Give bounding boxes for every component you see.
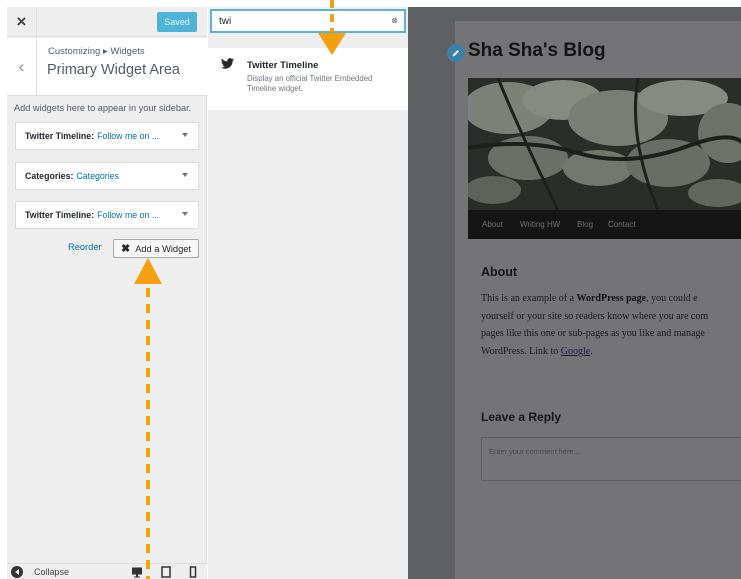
- content-text: This is an example of a: [481, 293, 577, 304]
- saved-button[interactable]: Saved: [157, 12, 197, 32]
- site-preview: Sha Sha's Blog About Writing HW Blog Con…: [408, 7, 741, 579]
- nav-item-contact[interactable]: Contact: [608, 220, 636, 229]
- content-text: WordPress. Link to: [481, 345, 561, 357]
- page-content: This is an example of a WordPress page, …: [481, 290, 741, 360]
- tutorial-arrow-down-icon: [318, 0, 346, 55]
- expand-caret-icon[interactable]: [182, 212, 188, 216]
- pencil-icon: [452, 50, 459, 57]
- header-image: [468, 78, 741, 210]
- nav-item-about[interactable]: About: [482, 220, 503, 229]
- content-text: pages like this one or sub-pages as you …: [481, 328, 705, 339]
- mobile-preview-icon[interactable]: [187, 566, 199, 578]
- twitter-bird-icon: [221, 58, 234, 69]
- widget-name: Twitter Timeline:: [25, 210, 95, 220]
- google-link[interactable]: Google: [561, 346, 590, 357]
- reorder-link[interactable]: Reorder: [68, 242, 102, 252]
- content-bold-text: WordPress page: [576, 293, 647, 304]
- widget-item-twitter-timeline[interactable]: Twitter Timeline: Follow me on ...: [15, 122, 199, 150]
- edit-shortcut-icon[interactable]: [447, 44, 465, 62]
- nav-item-writing-hw[interactable]: Writing HW: [520, 220, 560, 229]
- widget-title: Categories: [76, 171, 119, 181]
- customizer-header: × Saved: [7, 7, 207, 37]
- nav-item-blog[interactable]: Blog: [577, 220, 593, 229]
- widget-search-input[interactable]: [210, 9, 406, 33]
- panel-title: Primary Widget Area: [47, 62, 180, 78]
- close-customizer-button[interactable]: ×: [7, 7, 37, 37]
- content-text: .: [590, 345, 593, 357]
- site-navigation: About Writing HW Blog Contact: [468, 210, 741, 239]
- breadcrumb: Customizing ▸ Widgets: [48, 46, 145, 57]
- reply-heading: Leave a Reply: [481, 410, 562, 424]
- section-header: ‹ Customizing ▸ Widgets Primary Widget A…: [7, 38, 207, 96]
- content-text: , you could e: [646, 293, 698, 304]
- widget-item-twitter-timeline[interactable]: Twitter Timeline: Follow me on ...: [15, 201, 199, 229]
- widget-name: Categories:: [25, 171, 74, 181]
- widget-result-name: Twitter Timeline: [247, 60, 319, 71]
- tutorial-arrow-up-icon: [134, 258, 162, 579]
- cherry-blossom-image: [468, 78, 741, 210]
- add-widget-label: Add a Widget: [135, 243, 192, 254]
- widget-area-description: Add widgets here to appear in your sideb…: [14, 103, 192, 113]
- collapse-label[interactable]: Collapse: [34, 567, 69, 577]
- content-text: yourself or your site so readers know wh…: [481, 310, 709, 322]
- site-title[interactable]: Sha Sha's Blog: [468, 40, 606, 62]
- expand-caret-icon[interactable]: [182, 173, 188, 177]
- page-heading: About: [481, 265, 518, 279]
- customizer-sidebar: × Saved ‹ Customizing ▸ Widgets Primary …: [7, 7, 207, 579]
- widget-title: Follow me on ...: [97, 131, 160, 141]
- comment-input[interactable]: Enter your comment here...: [481, 437, 741, 481]
- widget-name: Twitter Timeline:: [25, 131, 95, 141]
- available-widgets-panel: ⊗ Twitter Timeline Display an official T…: [208, 7, 408, 579]
- back-button[interactable]: ‹: [7, 38, 37, 96]
- clear-search-icon[interactable]: ⊗: [391, 16, 398, 25]
- collapse-icon[interactable]: [11, 566, 23, 578]
- widget-result-description: Display an official Twitter Embedded Tim…: [247, 74, 373, 93]
- customizer-footer: Collapse: [7, 563, 207, 579]
- expand-caret-icon[interactable]: [182, 133, 188, 137]
- widget-title: Follow me on ...: [97, 210, 160, 220]
- widget-result-twitter-timeline[interactable]: Twitter Timeline Display an official Twi…: [208, 48, 408, 110]
- widget-item-categories[interactable]: Categories: Categories: [15, 162, 199, 190]
